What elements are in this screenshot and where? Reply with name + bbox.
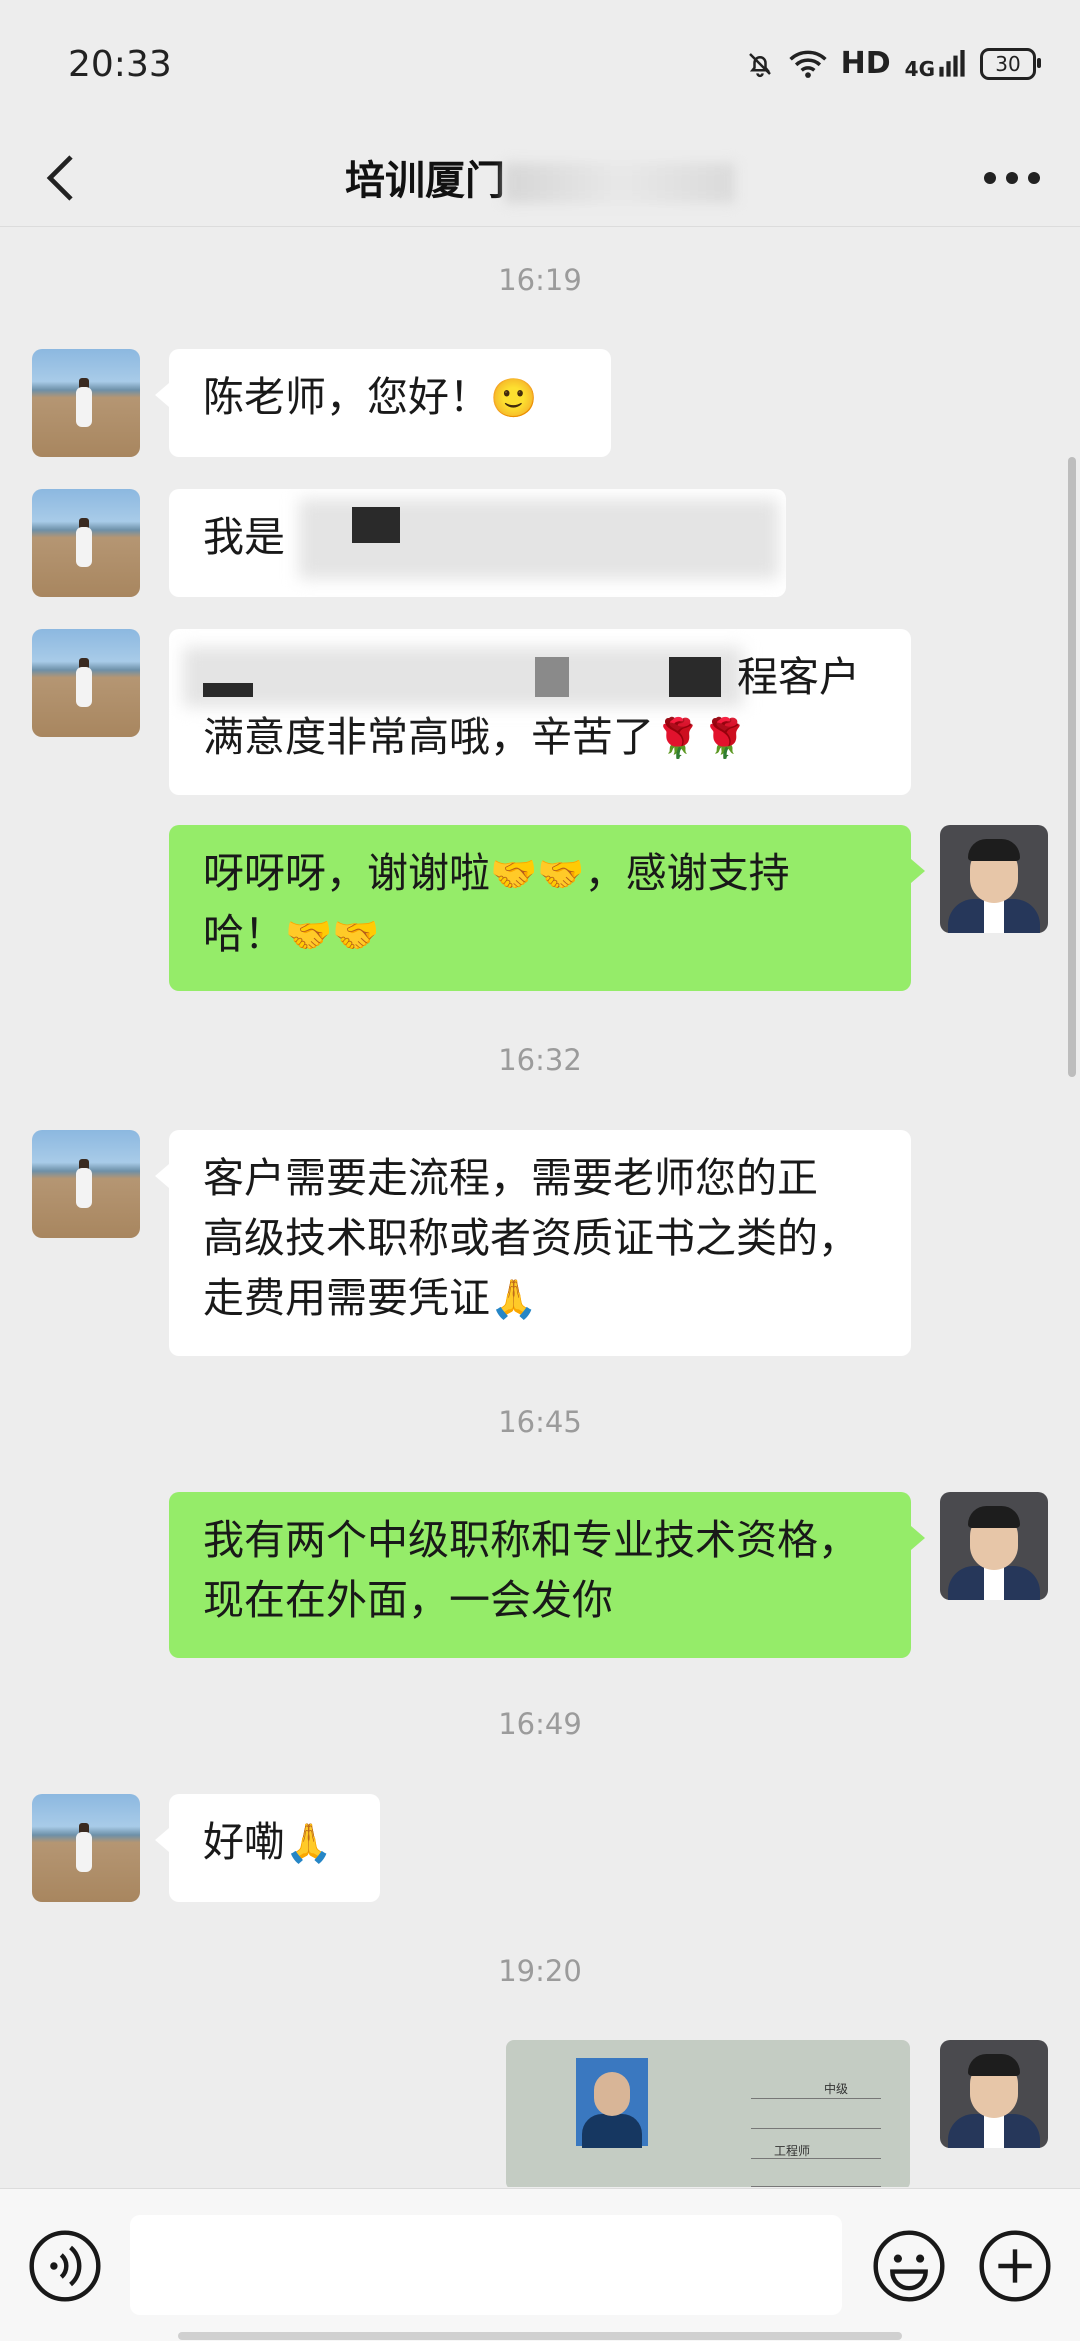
plus-icon[interactable]: [978, 2229, 1052, 2303]
signal-indicator: 4G: [904, 49, 966, 81]
message-line: 哈！🤝🤝: [203, 904, 877, 965]
cert-level: 中级: [824, 2082, 849, 2096]
timestamp: 16:32: [498, 1043, 582, 1077]
contact-avatar[interactable]: [32, 349, 140, 457]
scrollbar[interactable]: [1068, 457, 1076, 1077]
message-input[interactable]: [130, 2215, 842, 2315]
timestamp: 19:20: [498, 1954, 582, 1988]
message-text: 我是: [203, 513, 285, 561]
message-text: 满意度非常高哦，辛苦了: [203, 713, 654, 761]
timestamp: 16:19: [498, 263, 582, 297]
message-line: 程客户: [183, 647, 877, 707]
incoming-message[interactable]: 程客户 满意度非常高哦，辛苦了🌹🌹: [169, 629, 911, 795]
message-text: 现在在外面，一会发你: [203, 1576, 613, 1624]
redacted-block: [535, 657, 569, 697]
message-line: 走费用需要凭证🙏: [203, 1268, 877, 1329]
my-avatar[interactable]: [940, 2040, 1048, 2148]
incoming-message[interactable]: 客户需要走流程，需要老师您的正 高级技术职称或者资质证书之类的， 走费用需要凭证…: [155, 1130, 911, 1356]
battery-indicator: 30: [980, 47, 1041, 80]
smile-emoji-icon: 🙂: [490, 376, 538, 420]
contact-avatar[interactable]: [32, 1130, 140, 1238]
more-dots-icon[interactable]: [980, 158, 1044, 198]
rose-emoji-icon: 🌹🌹: [654, 716, 749, 760]
battery-level: 30: [995, 51, 1021, 76]
contact-avatar[interactable]: [32, 1794, 140, 1902]
timestamp: 16:49: [498, 1707, 582, 1741]
handshake-emoji-icon: 🤝🤝: [490, 852, 585, 896]
redacted-block: [352, 507, 400, 543]
status-bar: 20:33 HD 4G 30: [0, 0, 1080, 130]
message-text: 高级技术职称或者资质证书之类的，: [203, 1214, 859, 1262]
message-list[interactable]: 16:19 陈老师，您好！🙂 我是 程客户 满意度非常高哦，辛苦了🌹🌹 呀呀呀，…: [0, 227, 1080, 2187]
contact-avatar[interactable]: [32, 629, 140, 737]
contact-avatar[interactable]: [32, 489, 140, 597]
signal-bars-icon: [939, 49, 965, 77]
incoming-message[interactable]: 陈老师，您好！🙂: [155, 349, 611, 457]
outgoing-message[interactable]: 我有两个中级职称和专业技术资格， 现在在外面，一会发你: [169, 1492, 925, 1658]
field-line: [751, 2098, 881, 2099]
field-line: [751, 2128, 881, 2129]
redacted-title-part: [505, 163, 735, 203]
chat-header: 培训厦门: [0, 130, 1080, 227]
message-text: 陈老师，您好！: [203, 373, 490, 421]
pray-emoji-icon: 🙏: [285, 1821, 333, 1865]
incoming-message[interactable]: 好嘞🙏: [155, 1794, 380, 1902]
home-indicator[interactable]: [178, 2332, 902, 2340]
redacted-block: [669, 657, 721, 697]
hd-label: HD: [840, 46, 891, 81]
id-photo: [576, 2058, 648, 2148]
field-line: [751, 2158, 881, 2159]
network-type: 4G: [904, 56, 935, 81]
incoming-message[interactable]: 我是: [169, 489, 786, 597]
certificate-image[interactable]: 中级 工程师: [506, 2040, 910, 2187]
message-line: 满意度非常高哦，辛苦了🌹🌹: [203, 707, 877, 768]
message-text: 程客户: [737, 653, 860, 701]
timestamp: 16:45: [498, 1405, 582, 1439]
mute-bell-icon: [748, 52, 771, 77]
emoji-icon[interactable]: [872, 2229, 946, 2303]
message-text: 好嘞: [203, 1818, 285, 1866]
cert-title: 工程师: [774, 2144, 811, 2158]
message-text: 哈！: [203, 910, 285, 958]
message-text: 走费用需要凭证: [203, 1274, 490, 1322]
outgoing-message[interactable]: 呀呀呀，谢谢啦🤝🤝，感谢支持 哈！🤝🤝: [169, 825, 925, 991]
voice-icon[interactable]: [28, 2229, 102, 2303]
message-line: 呀呀呀，谢谢啦🤝🤝，感谢支持: [203, 843, 877, 904]
redacted-text: [183, 647, 743, 707]
message-text: ，感谢支持: [584, 849, 790, 897]
my-avatar[interactable]: [940, 1492, 1048, 1600]
redacted-block: [203, 683, 253, 697]
message-text: 呀呀呀，谢谢啦: [203, 849, 490, 897]
handshake-emoji-icon: 🤝🤝: [285, 913, 380, 957]
message-text: 我有两个中级职称和专业技术资格，: [203, 1516, 859, 1564]
my-avatar[interactable]: [940, 825, 1048, 933]
chat-title: 培训厦门: [0, 148, 1080, 206]
status-time: 20:33: [68, 44, 172, 85]
chat-title-text: 培训厦门: [345, 158, 505, 204]
status-icons: HD 4G 30: [745, 46, 1041, 81]
pray-emoji-icon: 🙏: [490, 1277, 538, 1321]
field-line: [751, 2186, 881, 2187]
wifi-icon: [789, 50, 827, 78]
input-bar: [0, 2188, 1080, 2341]
message-text: 客户需要走流程，需要老师您的正: [203, 1154, 818, 1202]
